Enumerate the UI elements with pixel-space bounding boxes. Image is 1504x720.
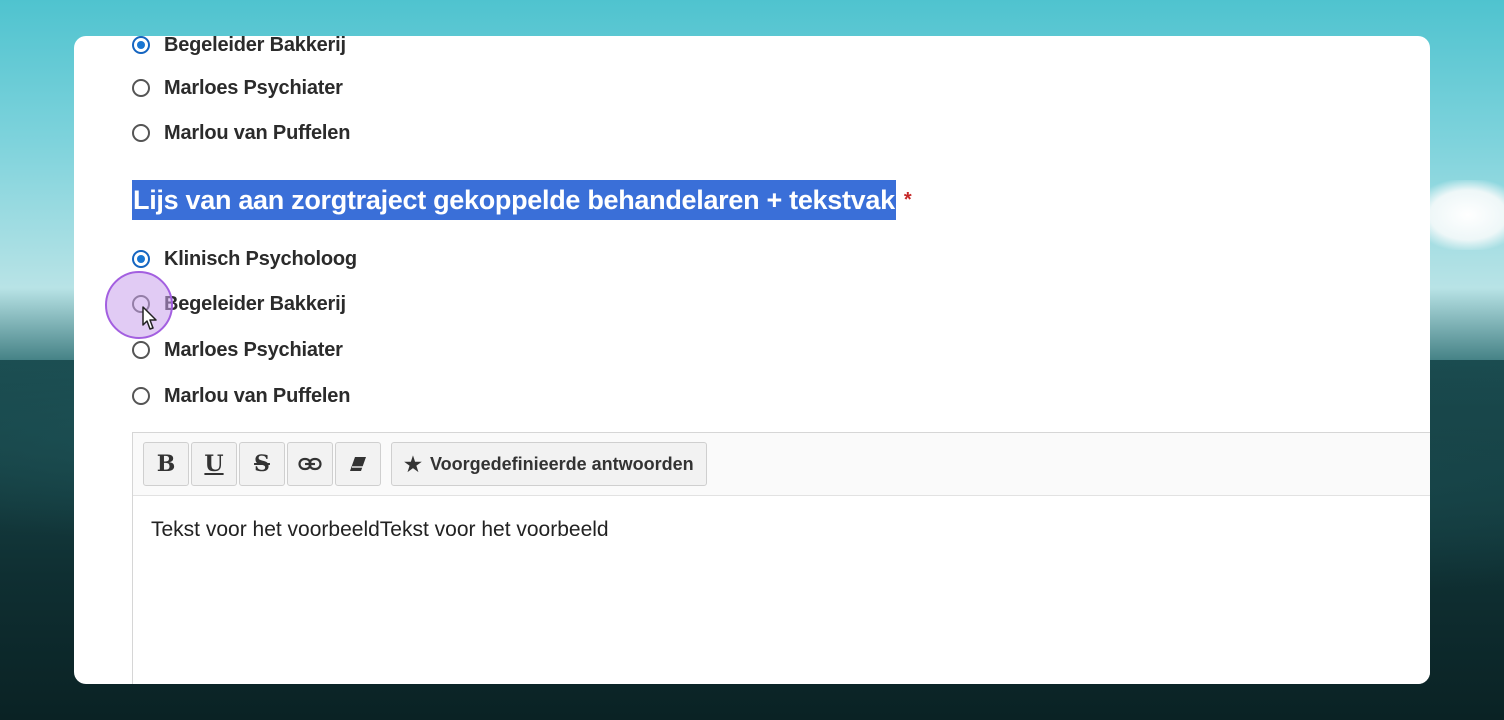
radio-button[interactable] xyxy=(132,124,150,142)
radio-label: Begeleider Bakkerij xyxy=(164,292,346,315)
radio-option-klinisch-psycholoog[interactable]: Klinisch Psycholoog xyxy=(132,244,357,274)
radio-option-marloes-psychiater-2[interactable]: Marloes Psychiater xyxy=(132,335,343,365)
link-icon xyxy=(298,457,322,471)
eraser-icon xyxy=(350,457,366,471)
question-title: Lijs van aan zorgtraject gekoppelde beha… xyxy=(132,179,912,221)
radio-label: Begeleider Bakkerij xyxy=(164,36,346,56)
predefined-answers-button[interactable]: ★ Voorgedefinieerde antwoorden xyxy=(391,442,707,486)
form-card: Begeleider Bakkerij Marloes Psychiater M… xyxy=(74,36,1430,684)
radio-button[interactable] xyxy=(132,387,150,405)
radio-button-checked[interactable] xyxy=(132,36,150,54)
rich-text-editor[interactable]: B U S ★ Voorgedefinieerde antwoorden Tek… xyxy=(132,432,1430,684)
radio-option-begeleider-bakkerij-1[interactable]: Begeleider Bakkerij xyxy=(132,36,346,60)
radio-button[interactable] xyxy=(132,341,150,359)
strikethrough-button[interactable]: S xyxy=(239,442,285,486)
radio-label: Marlou van Puffelen xyxy=(164,121,351,144)
mouse-cursor-icon xyxy=(142,306,157,330)
link-button[interactable] xyxy=(287,442,333,486)
radio-button[interactable] xyxy=(132,79,150,97)
clear-format-button[interactable] xyxy=(335,442,381,486)
predefined-answers-label: Voorgedefinieerde antwoorden xyxy=(429,453,694,474)
editor-content[interactable]: Tekst voor het voorbeeldTekst voor het v… xyxy=(133,496,1430,564)
radio-option-marlou-van-puffelen-2[interactable]: Marlou van Puffelen xyxy=(132,381,350,411)
question-title-text: Lijs van aan zorgtraject gekoppelde beha… xyxy=(132,180,896,220)
radio-label: Marlou van Puffelen xyxy=(164,384,351,407)
bold-button[interactable]: B xyxy=(143,442,189,486)
radio-option-marloes-psychiater-1[interactable]: Marloes Psychiater xyxy=(132,73,343,103)
underline-icon: U xyxy=(204,451,224,477)
radio-button-checked[interactable] xyxy=(132,250,150,268)
radio-label: Marloes Psychiater xyxy=(164,76,343,99)
radio-option-marlou-van-puffelen-1[interactable]: Marlou van Puffelen xyxy=(132,118,350,148)
editor-toolbar: B U S ★ Voorgedefinieerde antwoorden xyxy=(133,433,1430,496)
click-indicator xyxy=(105,271,173,339)
required-asterisk: * xyxy=(903,188,912,211)
bold-icon: B xyxy=(156,451,176,477)
radio-label: Klinisch Psycholoog xyxy=(164,247,357,270)
radio-label: Marloes Psychiater xyxy=(164,338,343,361)
underline-button[interactable]: U xyxy=(191,442,237,486)
star-icon: ★ xyxy=(404,453,422,476)
strikethrough-icon: S xyxy=(254,451,270,477)
